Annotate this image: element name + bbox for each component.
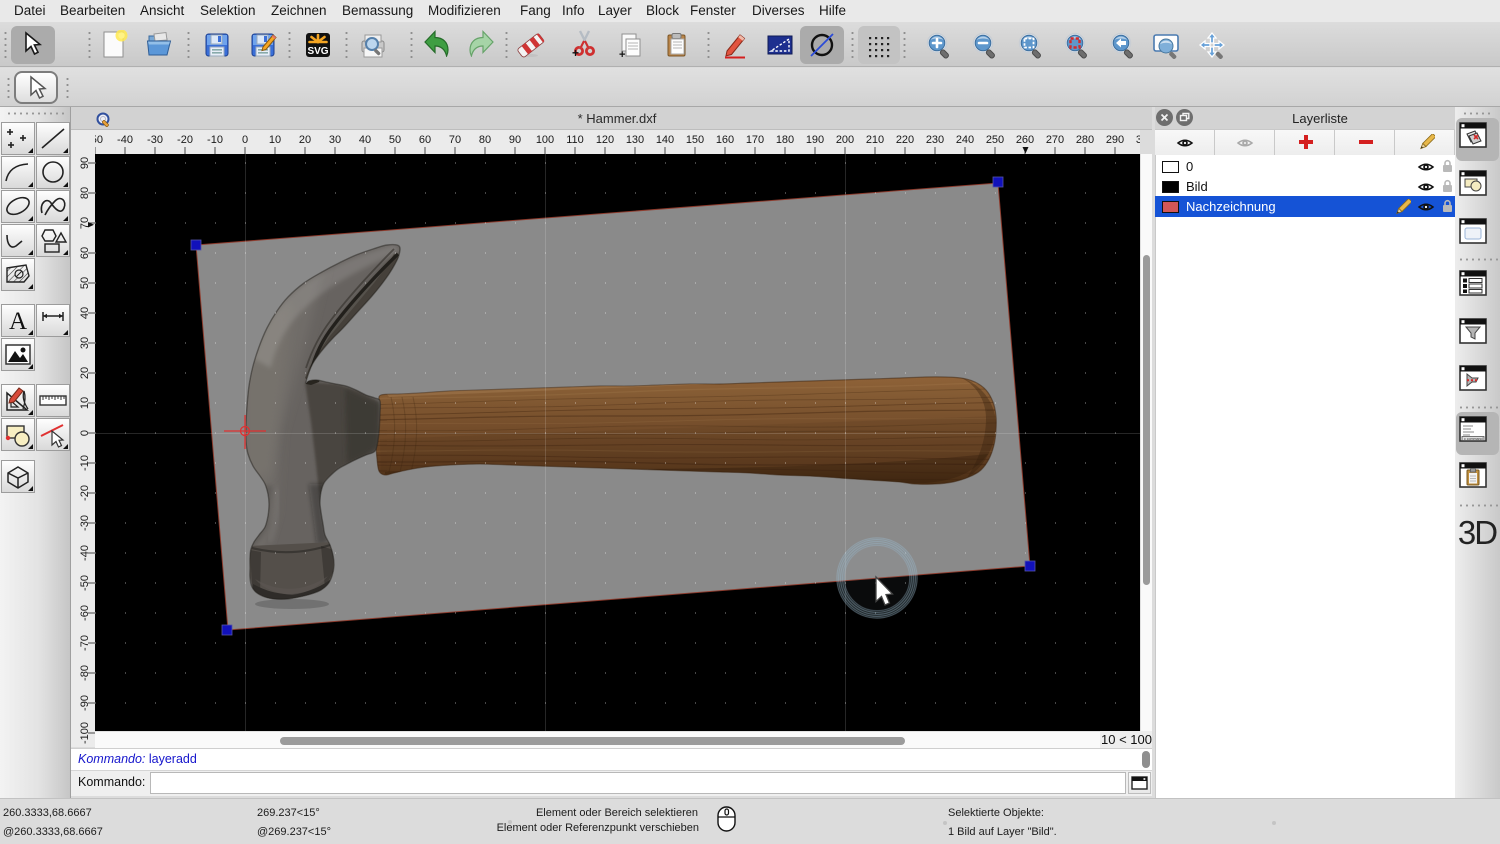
svg-text:70: 70 — [449, 134, 461, 146]
svg-text:-70: -70 — [79, 635, 91, 651]
svg-text:-20: -20 — [177, 134, 193, 146]
svg-text:160: 160 — [716, 134, 734, 146]
svg-text:230: 230 — [926, 134, 944, 146]
svg-text:110: 110 — [566, 134, 584, 146]
svg-text:30: 30 — [79, 337, 91, 349]
svg-text:140: 140 — [656, 134, 674, 146]
svg-text:240: 240 — [956, 134, 974, 146]
svg-text:90: 90 — [79, 157, 91, 169]
svg-text:0: 0 — [79, 430, 91, 436]
svg-text:60: 60 — [79, 247, 91, 259]
svg-text:190: 190 — [806, 134, 824, 146]
svg-text:A: A — [9, 308, 27, 335]
svg-text:50: 50 — [79, 277, 91, 289]
svg-text:+: + — [619, 49, 625, 59]
svg-text:-40: -40 — [117, 134, 133, 146]
svg-text:220: 220 — [896, 134, 914, 146]
svg-text:10: 10 — [79, 397, 91, 409]
svg-text:150: 150 — [686, 134, 704, 146]
svg-text:280: 280 — [1076, 134, 1094, 146]
svg-text:170: 170 — [746, 134, 764, 146]
svg-text:-10: -10 — [79, 455, 91, 471]
svg-text:-50: -50 — [79, 575, 91, 591]
svg-text:-20: -20 — [79, 485, 91, 501]
svg-text:10: 10 — [269, 134, 281, 146]
svg-text:290: 290 — [1106, 134, 1124, 146]
svg-text:-80: -80 — [79, 665, 91, 681]
svg-text:-30: -30 — [79, 515, 91, 531]
svg-text:SVG: SVG — [307, 46, 328, 57]
svg-text:180: 180 — [776, 134, 794, 146]
svg-text:-40: -40 — [79, 545, 91, 561]
svg-text:-30: -30 — [147, 134, 163, 146]
svg-text:40: 40 — [79, 307, 91, 319]
svg-text:300: 300 — [1136, 134, 1140, 146]
svg-text:-60: -60 — [79, 605, 91, 621]
svg-text:30: 30 — [329, 134, 341, 146]
svg-text:-100: -100 — [79, 722, 91, 744]
svg-text:40: 40 — [359, 134, 371, 146]
svg-text:0: 0 — [242, 134, 248, 146]
svg-text:270: 270 — [1046, 134, 1064, 146]
svg-text:80: 80 — [479, 134, 491, 146]
svg-text:c command: c command — [1464, 437, 1483, 441]
svg-text:-90: -90 — [79, 695, 91, 711]
svg-text:210: 210 — [866, 134, 884, 146]
svg-text:60: 60 — [419, 134, 431, 146]
svg-text:+: + — [572, 46, 579, 57]
svg-text:-50: -50 — [95, 134, 103, 146]
svg-text:20: 20 — [299, 134, 311, 146]
svg-text:200: 200 — [836, 134, 854, 146]
svg-text:80: 80 — [79, 187, 91, 199]
svg-text:-10: -10 — [207, 134, 223, 146]
svg-text:20: 20 — [79, 367, 91, 379]
svg-text:130: 130 — [626, 134, 644, 146]
svg-text:120: 120 — [596, 134, 614, 146]
svg-text:100: 100 — [536, 134, 554, 146]
svg-text:250: 250 — [986, 134, 1004, 146]
svg-text:50: 50 — [389, 134, 401, 146]
svg-text:260: 260 — [1016, 134, 1034, 146]
svg-text:90: 90 — [509, 134, 521, 146]
